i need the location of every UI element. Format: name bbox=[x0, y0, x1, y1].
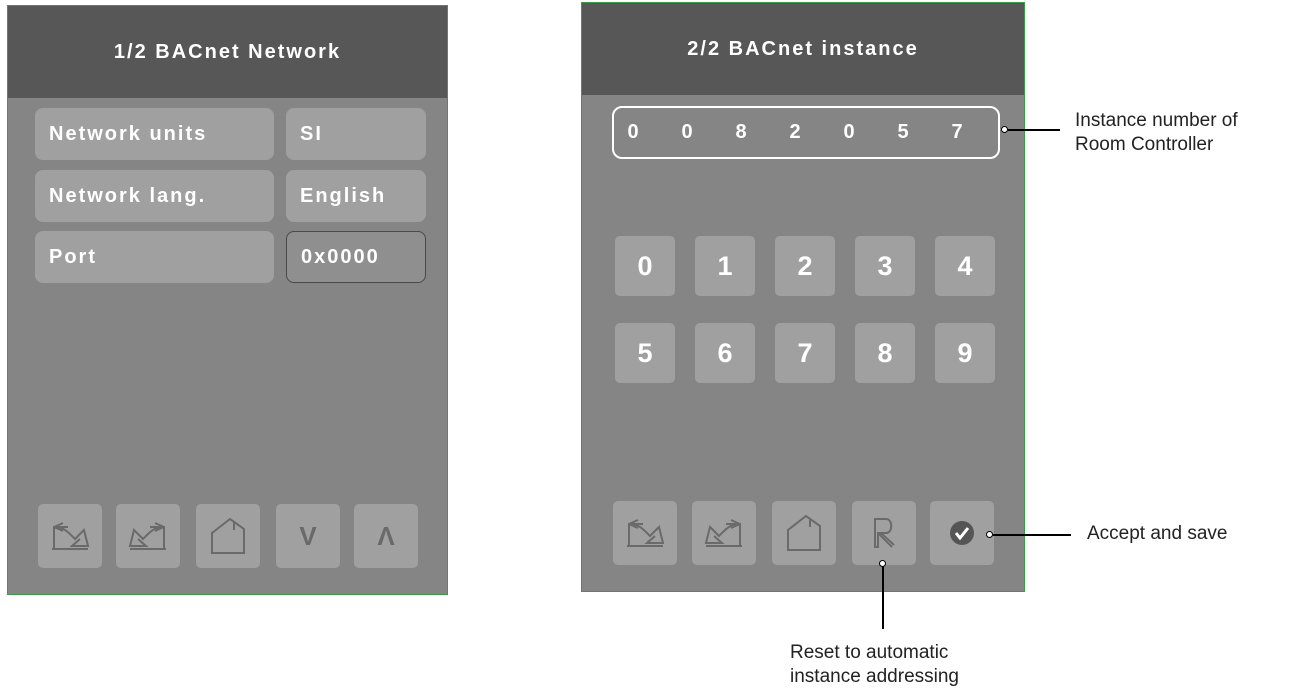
forward-icon bbox=[128, 522, 166, 550]
home-button[interactable] bbox=[772, 501, 836, 565]
key-0-button[interactable]: 0 bbox=[615, 236, 675, 296]
screen-title: 1/2 BACnet Network bbox=[8, 6, 447, 98]
instance-digit: 5 bbox=[897, 121, 909, 143]
accept-save-button[interactable] bbox=[930, 501, 994, 565]
instance-callout-line1: Instance number of bbox=[1075, 110, 1238, 131]
forward-button[interactable] bbox=[692, 501, 756, 565]
key-7-button[interactable]: 7 bbox=[775, 323, 835, 383]
back-icon bbox=[52, 522, 90, 550]
back-button[interactable] bbox=[613, 501, 677, 565]
reset-r-icon bbox=[874, 518, 895, 548]
port-value[interactable]: 0x0000 bbox=[286, 231, 426, 283]
instance-digit: 0 bbox=[627, 121, 639, 143]
reset-callout-line bbox=[882, 567, 884, 629]
bacnet-network-screen: 1/2 BACnet Network Network units SI Netw… bbox=[7, 5, 448, 595]
reset-callout-text: Reset to automatic instance addressing bbox=[790, 641, 959, 689]
reset-callout-line1: Reset to automatic bbox=[790, 642, 949, 663]
scroll-up-button[interactable]: Λ bbox=[354, 504, 418, 568]
key-3-button[interactable]: 3 bbox=[855, 236, 915, 296]
key-6-button[interactable]: 6 bbox=[695, 323, 755, 383]
reset-callout-dot bbox=[879, 560, 886, 567]
network-units-label: Network units bbox=[35, 108, 274, 160]
network-lang-label: Network lang. bbox=[35, 170, 274, 222]
scroll-down-button[interactable]: V bbox=[276, 504, 340, 568]
key-1-button[interactable]: 1 bbox=[695, 236, 755, 296]
instance-digit: 2 bbox=[789, 121, 801, 143]
home-icon bbox=[787, 514, 821, 551]
port-label: Port bbox=[35, 231, 274, 283]
instance-number-display[interactable]: 0 0 8 2 0 5 7 bbox=[612, 106, 1000, 159]
accept-check-icon bbox=[950, 521, 974, 545]
instance-callout-dot bbox=[1001, 126, 1008, 133]
instance-callout-line bbox=[1008, 129, 1060, 131]
home-button[interactable] bbox=[196, 504, 260, 568]
network-lang-value[interactable]: English bbox=[286, 170, 426, 222]
screen-title: 2/2 BACnet instance bbox=[582, 3, 1024, 95]
instance-digit: 0 bbox=[681, 121, 693, 143]
accept-callout-line bbox=[993, 534, 1071, 536]
key-2-button[interactable]: 2 bbox=[775, 236, 835, 296]
network-units-value[interactable]: SI bbox=[286, 108, 426, 160]
up-chevron-icon: Λ bbox=[377, 520, 395, 551]
accept-callout-dot bbox=[986, 531, 993, 538]
instance-digit: 8 bbox=[735, 121, 747, 143]
key-5-button[interactable]: 5 bbox=[615, 323, 675, 383]
forward-icon bbox=[704, 519, 742, 547]
reset-button[interactable] bbox=[852, 501, 916, 565]
forward-button[interactable] bbox=[116, 504, 180, 568]
key-4-button[interactable]: 4 bbox=[935, 236, 995, 296]
down-chevron-icon: V bbox=[299, 520, 317, 551]
home-icon bbox=[211, 517, 245, 554]
instance-digit: 0 bbox=[843, 121, 855, 143]
key-8-button[interactable]: 8 bbox=[855, 323, 915, 383]
key-9-button[interactable]: 9 bbox=[935, 323, 995, 383]
instance-digit: 7 bbox=[951, 121, 963, 143]
instance-callout-text: Instance number of Room Controller bbox=[1075, 109, 1238, 157]
instance-callout-line2: Room Controller bbox=[1075, 134, 1214, 155]
reset-callout-line2: instance addressing bbox=[790, 666, 959, 687]
accept-callout-text: Accept and save bbox=[1087, 523, 1228, 544]
back-button[interactable] bbox=[38, 504, 102, 568]
bacnet-instance-screen: 2/2 BACnet instance 0 0 8 2 0 5 7 0 1 2 … bbox=[581, 2, 1025, 592]
back-icon bbox=[627, 519, 665, 547]
